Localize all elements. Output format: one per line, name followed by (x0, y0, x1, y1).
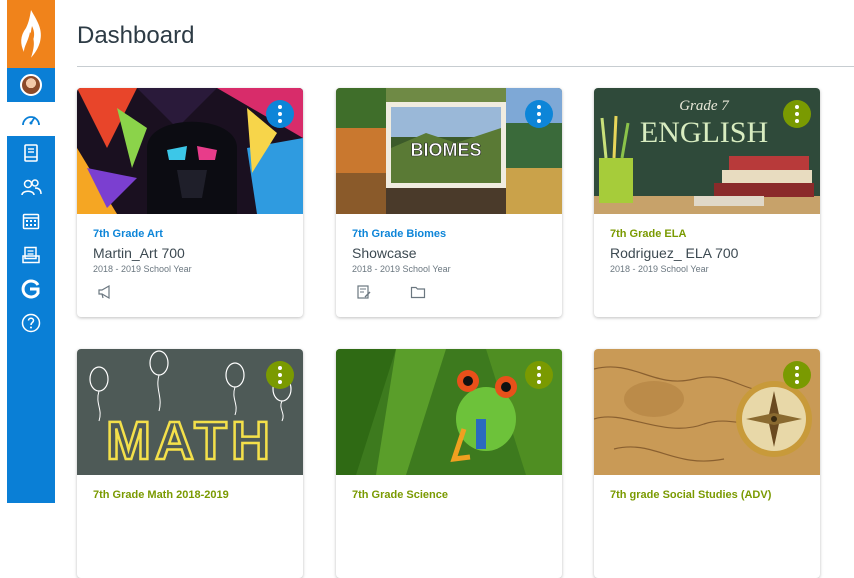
ela-hero-grade-text: Grade 7 (679, 98, 730, 114)
course-card[interactable]: MATH 7th Grade Math 2018-2019 (77, 349, 303, 578)
math-hero-text: MATH (106, 411, 274, 471)
course-code: Martin_Art 700 (93, 245, 185, 261)
course-name[interactable]: 7th Grade ELA (610, 228, 686, 240)
ela-hero-english-text: ENGLISH (640, 116, 768, 149)
card-options-button[interactable] (525, 361, 553, 389)
course-name[interactable]: 7th Grade Art (93, 228, 163, 240)
course-card[interactable]: Grade 7 ENGLISH 7th Grade ELA Rodriguez_… (594, 88, 820, 317)
kebab-menu-icon (795, 365, 799, 386)
course-name[interactable]: 7th grade Social Studies (ADV) (610, 489, 771, 501)
course-card[interactable]: 7th Grade Art Martin_Art 700 2018 - 2019… (77, 88, 303, 317)
nav-commons[interactable] (7, 272, 55, 306)
page-title: Dashboard (77, 22, 195, 49)
course-term: 2018 - 2019 School Year (352, 264, 451, 274)
global-nav (7, 0, 55, 503)
kebab-menu-icon (795, 104, 799, 125)
kebab-menu-icon (537, 365, 541, 386)
card-options-button[interactable] (783, 100, 811, 128)
flame-logo-icon (21, 10, 41, 58)
help-icon (21, 313, 41, 333)
card-options-button[interactable] (266, 100, 294, 128)
header-divider (77, 66, 854, 67)
nav-groups[interactable] (7, 170, 55, 204)
card-options-button[interactable] (266, 361, 294, 389)
assignments-icon[interactable] (356, 284, 372, 300)
groups-icon (21, 179, 42, 196)
nav-dashboard[interactable] (7, 102, 55, 136)
course-term: 2018 - 2019 School Year (610, 264, 709, 274)
card-options-button[interactable] (783, 361, 811, 389)
course-name[interactable]: 7th Grade Science (352, 489, 448, 501)
kebab-menu-icon (278, 104, 282, 125)
course-card[interactable]: 7th grade Social Studies (ADV) (594, 349, 820, 578)
nav-account[interactable] (7, 68, 55, 102)
files-icon[interactable] (410, 284, 426, 300)
dashboard-icon (22, 116, 40, 126)
nav-help[interactable] (7, 306, 55, 340)
kebab-menu-icon (278, 365, 282, 386)
course-code: Rodriguez_ ELA 700 (610, 245, 739, 261)
nav-calendar[interactable] (7, 204, 55, 238)
kebab-menu-icon (537, 104, 541, 125)
commons-icon (21, 279, 40, 299)
announcements-icon[interactable] (97, 284, 113, 300)
course-name[interactable]: 7th Grade Biomes (352, 228, 446, 240)
card-options-button[interactable] (525, 100, 553, 128)
course-term: 2018 - 2019 School Year (93, 264, 192, 274)
school-logo[interactable] (7, 0, 55, 68)
inbox-icon (22, 246, 40, 264)
account-avatar-icon (20, 74, 42, 96)
calendar-icon (22, 213, 40, 230)
course-code: Showcase (352, 245, 417, 261)
nav-inbox[interactable] (7, 238, 55, 272)
course-name[interactable]: 7th Grade Math 2018-2019 (93, 489, 229, 501)
course-card[interactable]: 7th Grade Science (336, 349, 562, 578)
courses-icon (24, 144, 38, 162)
course-card[interactable]: BIOMES 7th Grade Biomes Showcase 2018 - … (336, 88, 562, 317)
nav-courses[interactable] (7, 136, 55, 170)
biomes-hero-text: BIOMES (410, 140, 481, 160)
